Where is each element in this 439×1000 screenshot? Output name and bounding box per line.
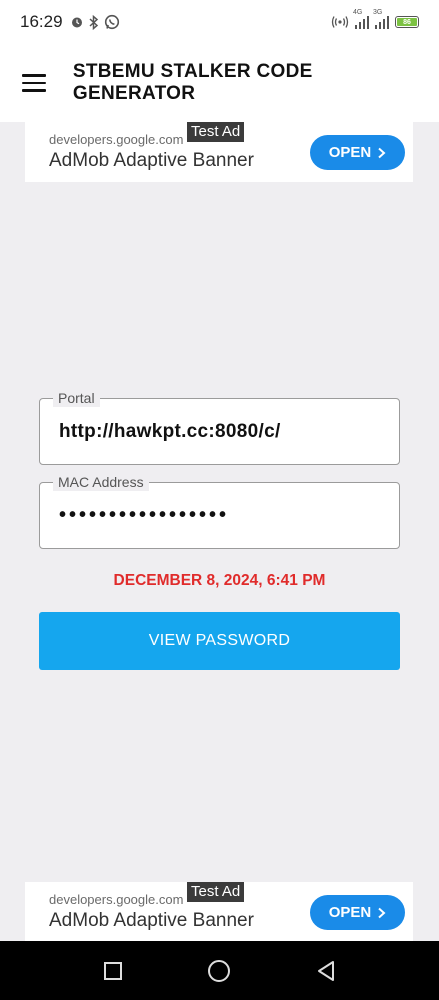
hotspot-icon [331,16,349,28]
ad-open-label: OPEN [328,144,372,161]
recents-button[interactable] [99,957,127,985]
portal-input[interactable]: http://hawkpt.cc:8080/c/ [59,421,281,443]
status-time: 16:29 [20,12,63,31]
status-bar: 16:29 4G 3G 86 [0,0,439,44]
date-text: DECEMBER 8, 2024, 6:41 PM [113,572,326,589]
mac-address-input[interactable]: ••••••••••••••••• [59,504,229,527]
ad-domain: developers.google.com [49,892,184,907]
status-left: 16:29 [20,12,120,32]
mac-address-field[interactable]: MAC Address ••••••••••••••••• [39,473,400,549]
hamburger-menu-icon[interactable] [22,74,46,92]
back-button[interactable] [312,957,340,985]
ad-open-button[interactable]: OPEN [310,135,405,170]
status-right: 4G 3G 86 [331,9,419,29]
chevron-right-icon [378,907,386,918]
portal-label: Portal [53,389,100,407]
battery-icon: 86 [395,16,419,28]
ad-open-label: OPEN [328,904,372,921]
view-password-button[interactable]: VIEW PASSWORD [39,612,400,670]
test-ad-label: Test Ad [187,122,245,142]
network-label-1: 4G [353,9,363,16]
status-notification-icons [70,14,120,30]
ad-domain: developers.google.com [49,132,184,147]
ad-banner-bottom[interactable]: developers.google.com AdMob Adaptive Ban… [25,882,413,942]
signal-icon-1: 4G [353,9,369,29]
back-triangle-icon [317,960,334,981]
whatsapp-icon [104,14,119,30]
ad-name: AdMob Adaptive Banner [49,910,254,931]
battery-level: 86 [397,18,417,26]
ad-open-button[interactable]: OPEN [310,895,405,930]
home-button[interactable] [205,957,233,985]
bluetooth-icon [89,14,98,30]
mac-address-label: MAC Address [53,473,149,491]
home-circle-icon [208,959,231,982]
network-label-2: 3G [373,9,383,16]
app-bar: STBEMU STALKER CODE GENERATOR [0,44,439,122]
recents-square-icon [104,961,123,980]
portal-field[interactable]: Portal http://hawkpt.cc:8080/c/ [39,389,400,465]
ad-banner-top[interactable]: developers.google.com AdMob Adaptive Ban… [25,122,413,182]
chevron-right-icon [378,147,386,158]
ad-name: AdMob Adaptive Banner [49,150,254,171]
signal-icon-2: 3G [373,9,389,29]
alarm-icon [71,17,82,28]
app-title: STBEMU STALKER CODE GENERATOR [72,61,313,104]
test-ad-label: Test Ad [187,882,245,902]
system-nav-bar [0,941,439,1000]
